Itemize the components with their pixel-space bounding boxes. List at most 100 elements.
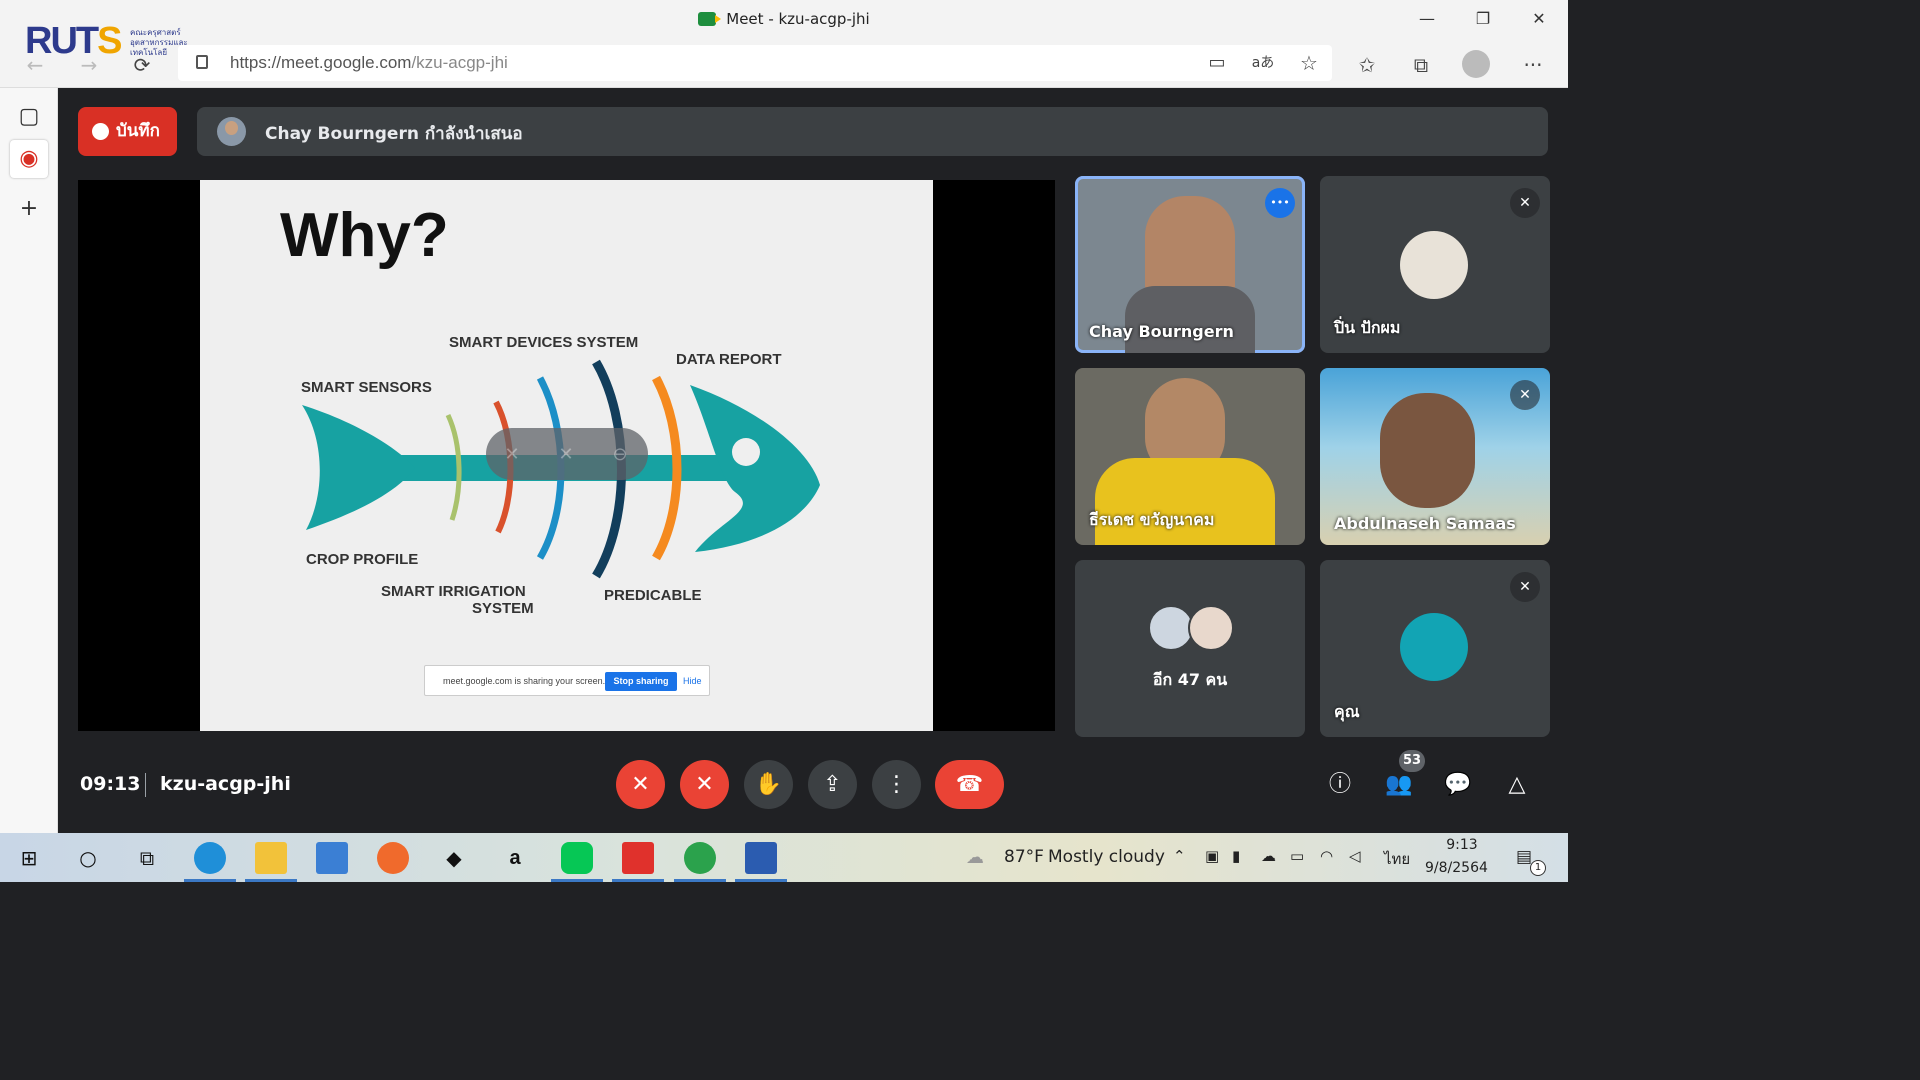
tile-hover-controls: ✕ ✕ ⊖ [486,428,648,480]
participant-tile[interactable]: ธีรเดช ขวัญนาคม [1075,368,1305,545]
avatar [1400,231,1468,299]
wifi-icon[interactable]: ◠ [1320,847,1333,865]
participant-video [1380,393,1475,508]
share-message: meet.google.com is sharing your screen. [443,676,606,686]
mail-icon[interactable] [316,842,348,874]
more-options-icon[interactable]: ••• [1265,188,1295,218]
weather-icon: ☁ [966,847,984,868]
hide-button[interactable]: Hide [683,676,702,686]
meet-controls: 09:13 kzu-acgp-jhi ✕ ✕ ✋ ⇪ ⋮ ☎ ⓘ 👥 53 💬 … [58,745,1568,833]
participant-tile-others[interactable]: อีก 47 คน [1075,560,1305,737]
dropbox-icon[interactable]: ◆ [438,842,470,874]
people-icon[interactable]: 👥 [1382,768,1416,802]
participant-tile-self[interactable]: ✕ คุณ [1320,560,1550,737]
tray-date[interactable]: 9/8/2564 [1425,860,1488,876]
screen-share-banner: meet.google.com is sharing your screen. … [424,665,710,696]
collections-icon[interactable]: ⧉ [1406,50,1436,80]
muted-mic-icon: ✕ [1510,572,1540,602]
label-smart-sensors: SMART SENSORS [301,379,432,396]
presentation-stage[interactable]: Why? SMART SENSORS SMART DEVICES SYSTEM … [78,180,1055,731]
battery-icon[interactable]: ▭ [1290,847,1304,865]
mute-icon[interactable]: ✕ [554,443,578,467]
start-icon[interactable]: ⊞ [13,842,45,874]
address-bar[interactable]: https://meet.google.com/kzu-acgp-jhi ▭ a… [178,45,1332,81]
more-options-button[interactable]: ⋮ [872,760,921,809]
add-icon[interactable]: + [10,190,48,228]
window-title-text: Meet - kzu-acgp-jhi [726,10,870,28]
tabs-icon[interactable]: ▢ [10,98,48,136]
camera-off-button[interactable]: ✕ [680,760,729,809]
window-title: Meet - kzu-acgp-jhi [0,10,1568,28]
tray-time[interactable]: 9:13 [1440,837,1484,853]
record-icon[interactable]: ◉ [10,140,48,178]
close-button[interactable]: ✕ [1516,4,1562,34]
mic-tray-icon[interactable]: ▮ [1232,847,1240,865]
ruts-logo: RUTS คณะครุศาสตร์อุตสาหกรรมและเทคโนโลยี [22,20,188,68]
remove-icon[interactable]: ⊖ [608,443,632,467]
file-explorer-icon[interactable] [245,842,297,882]
language-indicator[interactable]: ไทย [1384,847,1410,871]
weather-text[interactable]: Mostly cloudy [1048,847,1165,867]
record-button[interactable]: บันทึก [78,107,177,156]
participant-name: Abdulnaseh Samaas [1334,514,1516,533]
record-label: บันทึก [116,121,160,141]
notification-count: 1 [1530,860,1546,876]
line-icon[interactable] [551,842,603,882]
profile-avatar[interactable] [1462,50,1490,78]
chevron-up-icon[interactable]: ⌃ [1173,847,1186,865]
chat-icon[interactable]: 💬 [1441,768,1475,802]
url-text[interactable]: https://meet.google.com/kzu-acgp-jhi [230,53,508,73]
window-titlebar: Meet - kzu-acgp-jhi — ❐ ✕ [0,0,1568,42]
label-irrigation-system: SYSTEM [472,600,534,617]
avatar [1188,605,1234,651]
restore-button[interactable]: ❐ [1460,4,1506,34]
favorites-icon[interactable]: ✩ [1352,50,1382,80]
meet-icon [698,12,722,26]
meeting-code: kzu-acgp-jhi [160,773,291,795]
minimize-button[interactable]: — [1404,4,1450,34]
amazon-icon[interactable]: a [499,842,531,874]
participant-tile[interactable]: ✕ ปิ่น ปักผม [1320,176,1550,353]
add-favorite-icon[interactable]: ☆ [1294,48,1324,78]
presentation-slide: Why? SMART SENSORS SMART DEVICES SYSTEM … [200,180,933,731]
stop-sharing-button[interactable]: Stop sharing [605,672,677,691]
word-icon[interactable] [735,842,787,882]
info-icon[interactable]: ⓘ [1323,768,1357,802]
meet-tray-icon[interactable]: ▣ [1205,847,1219,865]
participant-tile[interactable]: ••• Chay Bourngern [1075,176,1305,353]
url-path: /kzu-acgp-jhi [411,53,508,72]
acrobat-icon[interactable] [612,842,664,882]
end-call-button[interactable]: ☎ [935,760,1004,809]
search-icon[interactable]: ○ [72,842,104,874]
participant-body [1125,286,1255,353]
participant-tile[interactable]: ✕ Abdulnaseh Samaas [1320,368,1550,545]
participant-name: Chay Bourngern [1089,322,1234,341]
activities-icon[interactable]: △ [1500,768,1534,802]
presenter-avatar [217,117,246,146]
others-count: อีก 47 คน [1152,670,1228,689]
label-data-report: DATA REPORT [676,351,782,368]
pin-icon[interactable]: ✕ [500,443,524,467]
label-predicable: PREDICABLE [604,587,702,604]
task-view-icon[interactable]: ⧉ [131,842,163,874]
camera-icon[interactable]: ▭ [1202,48,1232,78]
participant-name: ปิ่น ปักผม [1334,318,1401,337]
weather-temp[interactable]: 87°F [1004,847,1044,867]
windows-taskbar: ⊞ ○ ⧉ ◆ a ☁ 87°F Mostly cloudy ⌃ ▣ ▮ ☁ ▭… [0,833,1568,882]
firefox-icon[interactable] [377,842,409,874]
chrome-icon[interactable] [674,842,726,882]
edge-icon[interactable] [184,842,236,882]
url-prefix: https://meet.google.com [230,53,412,72]
raise-hand-button[interactable]: ✋ [744,760,793,809]
meeting-time: 09:13 [80,773,141,795]
volume-icon[interactable]: ◁ [1349,847,1361,865]
lock-icon[interactable] [196,55,208,69]
read-aloud-icon[interactable]: aあ [1248,48,1278,78]
mic-off-button[interactable]: ✕ [616,760,665,809]
label-smart-irrigation: SMART IRRIGATION [381,583,526,600]
more-icon[interactable]: ··· [1518,50,1548,80]
record-dot-icon [92,123,109,140]
browser-toolbar: ← → ⟳ https://meet.google.com/kzu-acgp-j… [0,42,1568,88]
present-button[interactable]: ⇪ [808,760,857,809]
onedrive-icon[interactable]: ☁ [1261,847,1276,865]
